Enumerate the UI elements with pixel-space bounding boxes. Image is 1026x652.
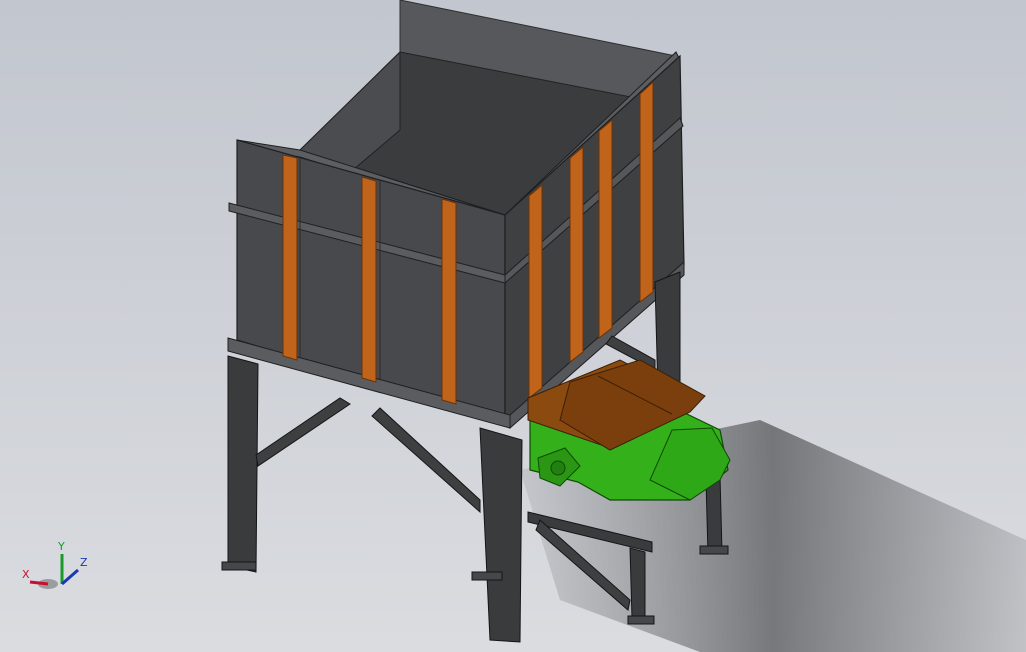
graphics-viewport[interactable]: X Y Z bbox=[0, 0, 1026, 652]
foot-plate-4 bbox=[699, 545, 729, 555]
stiffener-side-4 bbox=[639, 80, 654, 304]
stiffener-side-3 bbox=[598, 118, 613, 340]
stiffener-side-2 bbox=[569, 145, 584, 364]
stiffener-front-1 bbox=[282, 154, 298, 361]
foot-plate-1 bbox=[221, 561, 257, 571]
z-axis-arrow-icon bbox=[61, 568, 79, 586]
x-axis-label: X bbox=[22, 568, 30, 581]
feeder-motor-hub bbox=[550, 460, 566, 476]
z-axis-label: Z bbox=[80, 556, 88, 569]
leg-front-right bbox=[479, 427, 523, 643]
leg-front-left bbox=[227, 355, 259, 573]
foot-plate-3 bbox=[627, 615, 655, 625]
stiffener-front-2 bbox=[361, 176, 377, 383]
triad-graphic: X Y Z bbox=[22, 540, 88, 589]
brace-front-right bbox=[371, 407, 481, 514]
feeder-frame-leg-1 bbox=[629, 547, 646, 621]
view-orientation-triad[interactable]: X Y Z bbox=[18, 536, 98, 596]
model-scene[interactable] bbox=[0, 0, 1026, 652]
brace-front-left bbox=[255, 397, 351, 467]
foot-plate-2 bbox=[471, 571, 503, 581]
y-axis-label: Y bbox=[57, 540, 65, 553]
x-axis-arrow-icon bbox=[29, 580, 49, 586]
stiffener-front-3 bbox=[441, 198, 457, 405]
stiffener-side-1 bbox=[528, 183, 543, 400]
